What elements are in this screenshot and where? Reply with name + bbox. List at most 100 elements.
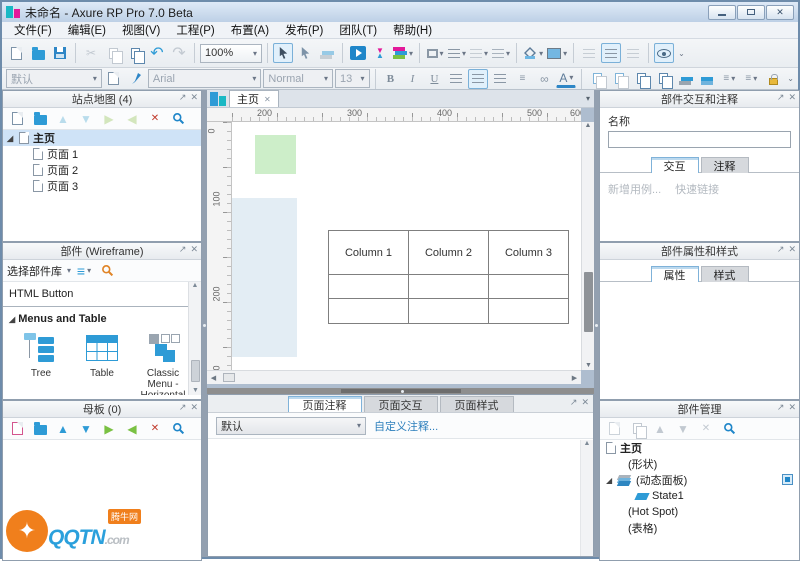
widget-item-tree[interactable]: Tree: [11, 331, 71, 395]
library-select-button[interactable]: 选择部件库: [7, 263, 62, 279]
font-family-select[interactable]: Arial ▾: [148, 69, 261, 88]
canvas-horizontal-scrollbar[interactable]: ◀ ▶: [207, 370, 581, 384]
zoom-select[interactable]: 100% ▾: [200, 44, 262, 63]
outdent-button[interactable]: ◀: [122, 109, 142, 129]
fill-color-button[interactable]: ▾: [522, 43, 544, 63]
ungroup-button[interactable]: [609, 69, 629, 89]
table-header-cell[interactable]: Column 2: [409, 231, 489, 275]
quick-link[interactable]: 快速链接: [675, 181, 719, 197]
scrollbar-thumb[interactable]: [584, 272, 593, 332]
close-panel-icon[interactable]: ✕: [190, 244, 198, 255]
menu-arrange[interactable]: 布置(A): [223, 21, 277, 39]
menu-team[interactable]: 团队(T): [331, 21, 385, 39]
close-panel-icon[interactable]: ✕: [190, 402, 198, 413]
menu-help[interactable]: 帮助(H): [385, 21, 440, 39]
table-cell[interactable]: [329, 275, 409, 299]
move-up-button[interactable]: ▲: [650, 419, 670, 439]
add-page-button[interactable]: [7, 109, 27, 129]
float-panel-icon[interactable]: ↗: [179, 244, 187, 255]
tab-list-dropdown[interactable]: ▾: [586, 94, 590, 103]
search-masters-button[interactable]: [168, 419, 188, 439]
delete-state-button[interactable]: ✕: [696, 419, 716, 439]
scroll-up-icon[interactable]: ▲: [585, 122, 592, 129]
search-pages-button[interactable]: [168, 109, 188, 129]
manager-item-state1[interactable]: State1: [600, 488, 799, 504]
visibility-checkbox[interactable]: [782, 474, 793, 485]
tab-page-interactions[interactable]: 页面交互: [364, 396, 438, 412]
bring-forward-button[interactable]: [675, 69, 695, 89]
table-cell[interactable]: [489, 275, 568, 299]
move-up-button[interactable]: ▲: [53, 419, 73, 439]
align-middle-button[interactable]: [601, 43, 621, 63]
float-panel-icon[interactable]: ↗: [179, 402, 187, 413]
outdent-button[interactable]: ◀: [122, 419, 142, 439]
tab-page-styles[interactable]: 页面样式: [440, 396, 514, 412]
float-panel-icon[interactable]: ↗: [179, 92, 187, 103]
close-panel-icon[interactable]: ✕: [581, 397, 589, 408]
duplicate-state-button[interactable]: [627, 419, 647, 439]
manager-item-dynamic-panel[interactable]: ◢ (动态面板): [600, 472, 799, 488]
close-panel-icon[interactable]: ✕: [788, 92, 796, 103]
move-down-button[interactable]: ▼: [76, 419, 96, 439]
table-cell[interactable]: [409, 299, 489, 323]
new-state-button[interactable]: [604, 419, 624, 439]
line-style-button[interactable]: ▾: [469, 43, 489, 63]
select-contained-button[interactable]: [295, 43, 315, 63]
scroll-down-icon[interactable]: ▼: [192, 387, 199, 394]
align-top-button[interactable]: [579, 43, 599, 63]
align-left-button[interactable]: [446, 69, 466, 89]
scroll-left-icon[interactable]: ◀: [207, 374, 220, 382]
insert-link-button[interactable]: ∞: [534, 69, 554, 89]
scrollbar-thumb[interactable]: [191, 360, 200, 382]
style-preset-select[interactable]: 默认 ▾: [6, 69, 102, 88]
sitemap-item-page1[interactable]: 页面 1: [3, 146, 201, 162]
new-file-button[interactable]: [6, 43, 26, 63]
page-tab-home[interactable]: 主页 ✕: [229, 90, 279, 107]
color-swatch-button[interactable]: ▾: [546, 43, 568, 63]
toolbar-overflow[interactable]: ⌄: [787, 74, 794, 83]
menu-project[interactable]: 工程(P): [168, 21, 222, 39]
bold-button[interactable]: B: [380, 69, 400, 89]
bullet-list-button[interactable]: ≡: [512, 69, 532, 89]
close-tab-icon[interactable]: ✕: [264, 95, 271, 104]
select-mode-button[interactable]: [273, 43, 293, 63]
lock-button[interactable]: [763, 69, 783, 89]
scroll-up-icon[interactable]: ▲: [192, 282, 199, 289]
group-button[interactable]: [587, 69, 607, 89]
align-center-button[interactable]: [468, 69, 488, 89]
add-folder-button[interactable]: [30, 419, 50, 439]
sitemap-item-home[interactable]: ◢ 主页: [3, 130, 201, 146]
manager-item-shape[interactable]: (形状): [600, 456, 799, 472]
manager-item-hotspot[interactable]: (Hot Spot): [600, 504, 799, 520]
bring-front-button[interactable]: [631, 69, 651, 89]
indent-button[interactable]: ▶: [99, 109, 119, 129]
notes-scrollbar[interactable]: ▲: [580, 440, 593, 556]
blue-rectangle-widget[interactable]: [232, 198, 297, 357]
page-notes-editor[interactable]: ▲: [208, 440, 593, 556]
send-back-button[interactable]: [653, 69, 673, 89]
maximize-button[interactable]: [737, 5, 765, 20]
tab-properties[interactable]: 属性: [651, 266, 699, 282]
undo-button[interactable]: ↶: [147, 43, 167, 63]
float-panel-icon[interactable]: ↗: [777, 92, 785, 103]
close-panel-icon[interactable]: ✕: [788, 244, 796, 255]
widget-item-html-button[interactable]: HTML Button: [3, 282, 201, 302]
widget-name-input[interactable]: [608, 131, 791, 148]
close-panel-icon[interactable]: ✕: [190, 92, 198, 103]
delete-master-button[interactable]: ✕: [145, 419, 165, 439]
widgets-scrollbar[interactable]: ▲ ▼: [188, 282, 201, 395]
notes-preset-select[interactable]: 默认 ▾: [216, 417, 366, 435]
open-file-button[interactable]: [28, 43, 48, 63]
move-down-button[interactable]: ▼: [76, 109, 96, 129]
italic-button[interactable]: I: [402, 69, 422, 89]
scroll-down-icon[interactable]: ▼: [585, 362, 592, 369]
widget-item-table[interactable]: Table: [72, 331, 132, 395]
widgets-section-header[interactable]: ◢ Menus and Table: [3, 311, 201, 327]
send-backward-button[interactable]: [697, 69, 717, 89]
cut-button[interactable]: ✂: [81, 43, 101, 63]
copy-button[interactable]: [103, 43, 123, 63]
menu-view[interactable]: 视图(V): [114, 21, 168, 39]
add-case-link[interactable]: 新增用例...: [608, 181, 661, 197]
manager-item-table[interactable]: (表格): [600, 520, 799, 536]
move-up-button[interactable]: ▲: [53, 109, 73, 129]
